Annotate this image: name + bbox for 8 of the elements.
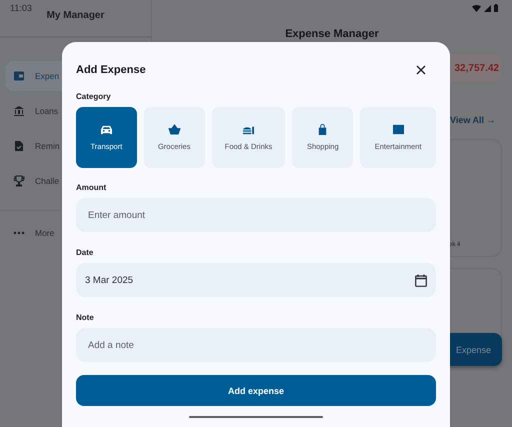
field-label: Note xyxy=(76,313,94,322)
field-label: Amount xyxy=(76,183,106,192)
page-title: Expense Manager xyxy=(285,28,379,40)
status-time: 11:03 xyxy=(10,3,32,13)
field-label: Date xyxy=(76,248,94,257)
drawer-title: My Manager xyxy=(46,10,104,23)
dialog-title: Add Expense xyxy=(76,64,146,76)
field-label: Category xyxy=(76,92,111,101)
